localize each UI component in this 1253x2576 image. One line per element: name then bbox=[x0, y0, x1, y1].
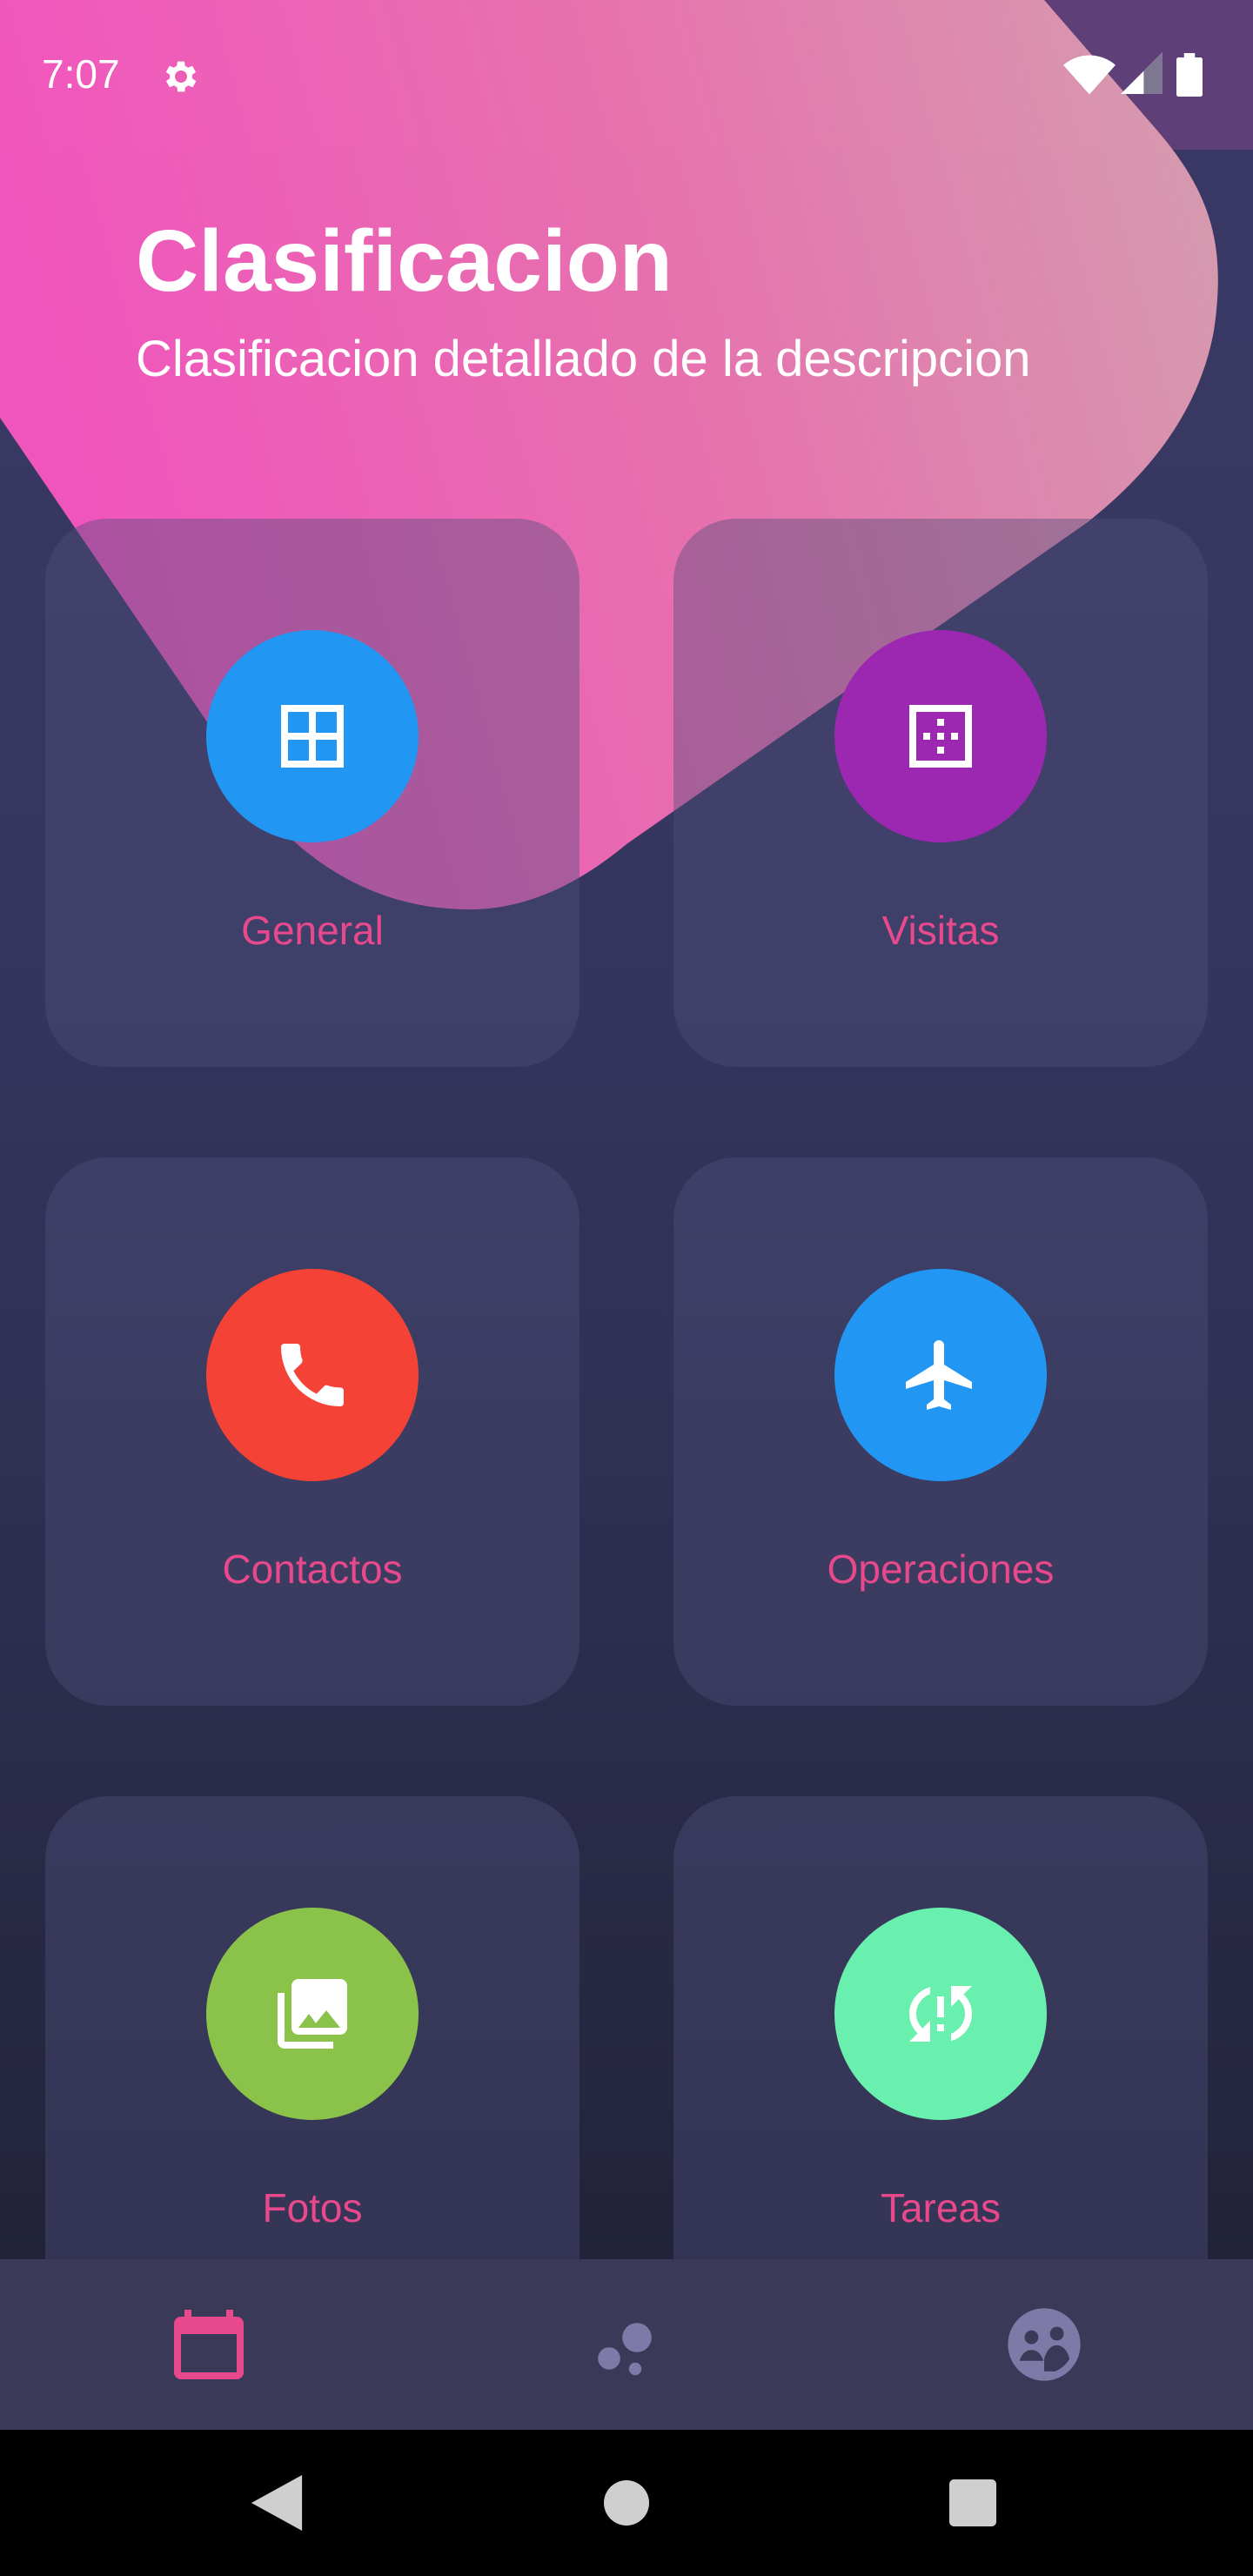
page-title: Clasificacion bbox=[136, 212, 673, 310]
grid-icon bbox=[281, 705, 344, 768]
system-status-icons bbox=[1063, 52, 1211, 97]
group-icon bbox=[1008, 2308, 1081, 2381]
card-visitas[interactable]: Visitas bbox=[673, 519, 1208, 1067]
recents-square-icon bbox=[949, 2479, 996, 2526]
card-icon-circle bbox=[206, 630, 419, 842]
page-subtitle: Clasificacion detallado de la descripcio… bbox=[136, 331, 1031, 387]
nav-item-bubbles[interactable] bbox=[581, 2299, 672, 2390]
card-label: Visitas bbox=[881, 908, 1000, 953]
status-bar-content: 7:07 bbox=[0, 0, 1253, 150]
calendar-icon bbox=[174, 2310, 244, 2379]
card-general[interactable]: General bbox=[45, 519, 580, 1067]
card-icon-circle bbox=[206, 1908, 419, 2120]
card-operaciones[interactable]: Operaciones bbox=[673, 1157, 1208, 1706]
cell-signal-icon bbox=[1121, 52, 1163, 94]
recents-button[interactable] bbox=[940, 2470, 1006, 2536]
airplane-icon bbox=[906, 1340, 972, 1410]
battery-icon bbox=[1176, 53, 1203, 97]
card-icon-circle bbox=[206, 1269, 419, 1481]
card-icon-circle bbox=[834, 1269, 1047, 1481]
photo-library-icon bbox=[278, 1979, 347, 2049]
card-label: Operaciones bbox=[827, 1546, 1055, 1592]
sync-problem-icon bbox=[909, 1986, 972, 2042]
card-icon-circle bbox=[834, 630, 1047, 842]
dotted-square-icon bbox=[909, 705, 972, 768]
page-header: Clasificacion Clasificacion detallado de… bbox=[136, 209, 1030, 390]
settings-gear-icon bbox=[165, 61, 197, 92]
card-contactos[interactable]: Contactos bbox=[45, 1157, 580, 1706]
wifi-icon bbox=[1063, 55, 1116, 95]
status-time: 7:07 bbox=[42, 51, 120, 97]
card-label: Contactos bbox=[222, 1546, 403, 1592]
system-navigation-bar bbox=[0, 2430, 1253, 2576]
card-label: Fotos bbox=[262, 2185, 363, 2231]
home-button[interactable] bbox=[593, 2470, 660, 2536]
bubbles-icon bbox=[598, 2323, 652, 2376]
nav-item-group[interactable] bbox=[999, 2299, 1089, 2390]
card-label: General bbox=[241, 908, 384, 953]
back-triangle-icon bbox=[251, 2475, 303, 2531]
card-label: Tareas bbox=[880, 2185, 1002, 2231]
home-circle-icon bbox=[604, 2480, 649, 2526]
bottom-navigation bbox=[0, 2259, 1253, 2430]
nav-item-calendar[interactable] bbox=[164, 2299, 254, 2390]
back-button[interactable] bbox=[244, 2470, 310, 2536]
phone-icon bbox=[281, 1344, 344, 1406]
card-icon-circle bbox=[834, 1908, 1047, 2120]
